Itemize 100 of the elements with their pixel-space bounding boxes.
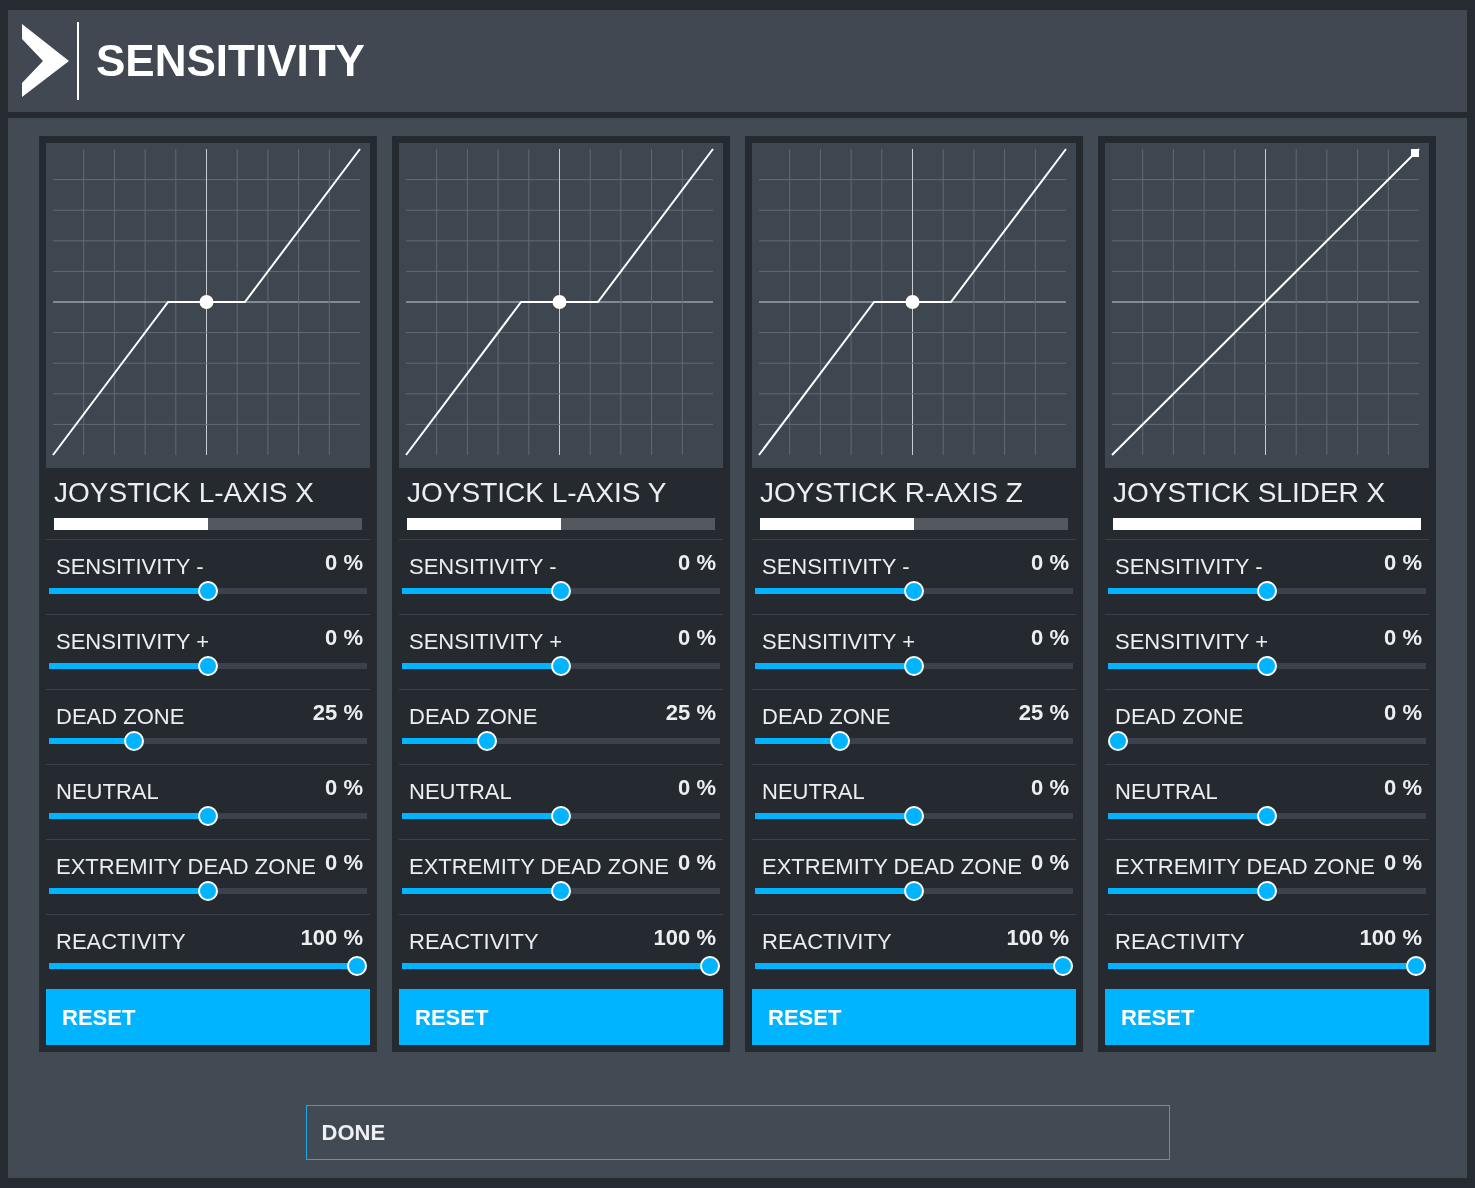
setting-label: SENSITIVITY -: [762, 556, 910, 578]
slider[interactable]: [755, 881, 1073, 901]
setting-label: SENSITIVITY -: [1115, 556, 1263, 578]
setting-value: 25 %: [665, 702, 716, 724]
setting-label: REACTIVITY: [56, 931, 186, 953]
slider[interactable]: [402, 881, 720, 901]
slider-thumb[interactable]: [551, 806, 571, 826]
slider[interactable]: [755, 581, 1073, 601]
setting-value: 0 %: [1384, 627, 1422, 649]
setting-value: 0 %: [1384, 552, 1422, 574]
slider-thumb[interactable]: [829, 731, 850, 751]
setting-label: EXTREMITY DEAD ZONE: [409, 856, 669, 878]
setting-label: REACTIVITY: [1115, 931, 1245, 953]
slider-thumb[interactable]: [551, 581, 571, 601]
slider[interactable]: [402, 956, 720, 976]
setting-label: SENSITIVITY +: [762, 631, 916, 653]
axis-title: JOYSTICK SLIDER X: [1113, 477, 1387, 509]
slider[interactable]: [49, 731, 367, 751]
slider-thumb[interactable]: [1257, 806, 1277, 826]
position-dot-icon: [905, 295, 920, 309]
setting-label: DEAD ZONE: [762, 706, 891, 728]
slider[interactable]: [755, 956, 1073, 976]
setting-value: 0 %: [678, 777, 716, 799]
setting-label: EXTREMITY DEAD ZONE: [762, 856, 1022, 878]
setting-value: 0 %: [1031, 852, 1069, 874]
slider-thumb[interactable]: [904, 806, 924, 826]
slider[interactable]: [1108, 881, 1426, 901]
slider[interactable]: [1108, 656, 1426, 676]
slider[interactable]: [755, 731, 1073, 751]
slider-thumb[interactable]: [198, 806, 218, 826]
position-dot-icon: [199, 295, 214, 309]
slider-thumb[interactable]: [1108, 731, 1128, 751]
slider[interactable]: [1108, 956, 1426, 976]
slider[interactable]: [1108, 581, 1426, 601]
axis-title: JOYSTICK R-AXIS Z: [760, 477, 1024, 509]
slider[interactable]: [1108, 806, 1426, 826]
setting-value: 100 %: [1359, 927, 1422, 949]
slider[interactable]: [49, 581, 367, 601]
setting-label: REACTIVITY: [762, 931, 892, 953]
setting-value: 0 %: [1384, 852, 1422, 874]
setting-value: 0 %: [1031, 627, 1069, 649]
slider[interactable]: [49, 656, 367, 676]
setting-label: NEUTRAL: [762, 781, 865, 803]
slider-thumb[interactable]: [551, 656, 571, 676]
reset-button[interactable]: RESET: [1105, 989, 1429, 1045]
slider-thumb[interactable]: [198, 581, 218, 601]
slider[interactable]: [49, 956, 367, 976]
slider[interactable]: [755, 656, 1073, 676]
setting-label: EXTREMITY DEAD ZONE: [56, 856, 316, 878]
slider[interactable]: [49, 881, 367, 901]
done-button[interactable]: DONE: [305, 1105, 1170, 1160]
reset-button[interactable]: RESET: [46, 989, 370, 1045]
slider[interactable]: [402, 581, 720, 601]
slider-thumb[interactable]: [1053, 956, 1073, 976]
axis-title: JOYSTICK L-AXIS Y: [407, 477, 668, 509]
slider-thumb[interactable]: [476, 731, 497, 751]
slider-thumb[interactable]: [198, 881, 218, 901]
slider-thumb[interactable]: [904, 656, 924, 676]
slider-thumb[interactable]: [1257, 656, 1277, 676]
slider[interactable]: [49, 806, 367, 826]
setting-label: SENSITIVITY -: [409, 556, 557, 578]
setting-value: 25 %: [312, 702, 363, 724]
setting-value: 25 %: [1018, 702, 1069, 724]
slider-thumb[interactable]: [551, 881, 571, 901]
slider-thumb[interactable]: [904, 881, 924, 901]
slider-thumb[interactable]: [347, 956, 367, 976]
setting-label: DEAD ZONE: [56, 706, 185, 728]
slider[interactable]: [402, 656, 720, 676]
setting-label: SENSITIVITY -: [56, 556, 204, 578]
setting-value: 0 %: [1031, 777, 1069, 799]
slider-thumb[interactable]: [700, 956, 720, 976]
slider-thumb[interactable]: [123, 731, 144, 751]
slider-thumb[interactable]: [198, 656, 218, 676]
slider-thumb[interactable]: [1406, 956, 1426, 976]
slider[interactable]: [1108, 731, 1426, 751]
setting-value: 0 %: [678, 552, 716, 574]
setting-value: 100 %: [1006, 927, 1069, 949]
slider[interactable]: [755, 806, 1073, 826]
reset-button[interactable]: RESET: [399, 989, 723, 1045]
page-title: SENSITIVITY: [96, 39, 365, 83]
setting-value: 0 %: [325, 852, 363, 874]
slider-thumb[interactable]: [1257, 581, 1277, 601]
setting-label: EXTREMITY DEAD ZONE: [1115, 856, 1375, 878]
setting-value: 100 %: [300, 927, 363, 949]
slider[interactable]: [402, 806, 720, 826]
position-square-icon: [1411, 149, 1419, 157]
setting-label: NEUTRAL: [1115, 781, 1218, 803]
slider[interactable]: [402, 731, 720, 751]
reset-button[interactable]: RESET: [752, 989, 1076, 1045]
slider-thumb[interactable]: [1257, 881, 1277, 901]
setting-label: NEUTRAL: [56, 781, 159, 803]
setting-value: 0 %: [325, 627, 363, 649]
setting-value: 0 %: [325, 552, 363, 574]
setting-value: 0 %: [1384, 777, 1422, 799]
setting-label: SENSITIVITY +: [56, 631, 210, 653]
setting-label: NEUTRAL: [409, 781, 512, 803]
slider-thumb[interactable]: [904, 581, 924, 601]
chevron-icon: [22, 24, 70, 98]
setting-label: SENSITIVITY +: [409, 631, 563, 653]
setting-value: 0 %: [678, 852, 716, 874]
